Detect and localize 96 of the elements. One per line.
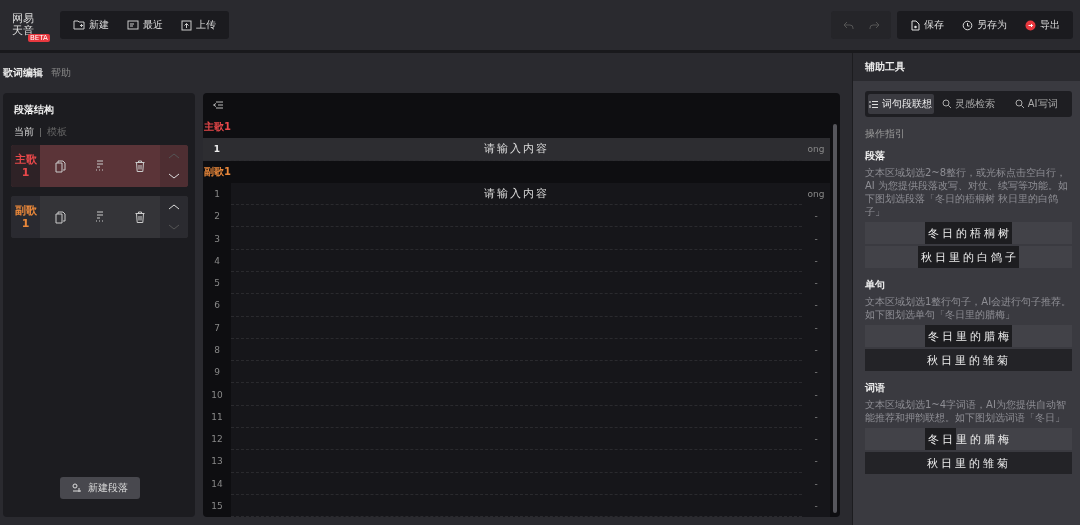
guide-title: 操作指引 bbox=[865, 127, 906, 141]
rhyme-label: - bbox=[814, 434, 818, 445]
section-heading: 主歌1 bbox=[203, 120, 232, 135]
panel-title: 段落结构 bbox=[14, 103, 55, 117]
toolbar-button[interactable]: 最近 bbox=[118, 11, 172, 39]
toolbar-button[interactable]: 导出 bbox=[1016, 11, 1069, 39]
assist-tab[interactable]: AI写词 bbox=[1003, 94, 1069, 114]
guide-description: 文本区域划选1整行句子，AI会进行句子推荐。如下图划选单句「冬日里的腊梅」 bbox=[865, 295, 1072, 321]
save-icon bbox=[910, 19, 920, 31]
lyric-line[interactable]: 3 - bbox=[203, 227, 830, 250]
rhyme-label: - bbox=[814, 300, 818, 311]
lyric-line[interactable]: 5 - bbox=[203, 271, 830, 295]
line-number: 14 bbox=[210, 477, 224, 491]
lyric-line[interactable]: 15 - bbox=[203, 494, 830, 518]
guide-description: 文本区域划选2~8整行，或光标点击空白行，AI 为您提供段落改写、对仗、续写等功能。如下图划选段落「冬日的梧桐树 秋日里的白鸽子」 bbox=[865, 166, 1069, 218]
line-number: 10 bbox=[210, 388, 224, 402]
rhyme-label: - bbox=[814, 456, 818, 467]
line-number: 5 bbox=[213, 277, 221, 291]
rhyme-label: - bbox=[814, 389, 818, 400]
trash-icon[interactable] bbox=[135, 211, 146, 223]
rhyme-label: ong bbox=[807, 189, 825, 199]
lyric-line[interactable]: 11 - bbox=[203, 405, 830, 428]
line-number: 1 bbox=[212, 143, 222, 157]
mode-tab[interactable]: 当前 bbox=[14, 125, 34, 139]
rhyme-label: - bbox=[814, 278, 818, 289]
page-tab[interactable]: 帮助 bbox=[51, 66, 71, 80]
assist-tab[interactable]: 灵感检索 bbox=[935, 94, 1002, 114]
lyric-line[interactable]: 1 请输入内容 ong bbox=[203, 182, 830, 206]
upload-icon bbox=[181, 19, 192, 31]
line-number: 13 bbox=[210, 455, 224, 469]
scrollbar[interactable] bbox=[833, 124, 837, 513]
section-label: 主歌 1 bbox=[11, 145, 40, 187]
undo-icon bbox=[842, 20, 854, 30]
rhyme-label: - bbox=[814, 211, 818, 222]
section-card[interactable]: 副歌 1 bbox=[11, 196, 188, 238]
section-heading: 副歌1 bbox=[203, 164, 232, 179]
export-icon bbox=[1025, 19, 1036, 31]
line-number: 12 bbox=[210, 433, 224, 447]
format-icon[interactable] bbox=[95, 160, 106, 172]
line-number: 4 bbox=[213, 254, 221, 268]
page-tab[interactable]: 歌词编辑 bbox=[3, 66, 43, 80]
add-section-button[interactable]: 新建段落 bbox=[59, 477, 140, 499]
lyric-line[interactable]: 13 - bbox=[203, 450, 830, 473]
search-icon bbox=[942, 99, 952, 109]
folder-plus-icon bbox=[73, 20, 85, 30]
copy-icon[interactable] bbox=[54, 159, 66, 173]
line-number: 2 bbox=[213, 210, 221, 224]
lyric-line[interactable]: 14 - bbox=[203, 472, 830, 495]
lyric-line[interactable]: 4 - bbox=[203, 249, 830, 272]
line-number: 6 bbox=[213, 299, 221, 313]
lyric-line[interactable]: 8 - bbox=[203, 338, 830, 362]
guide-heading: 词语 bbox=[865, 381, 886, 395]
rhyme-label: - bbox=[814, 367, 818, 378]
rhyme-label: ong bbox=[807, 144, 825, 155]
rhyme-label: - bbox=[814, 233, 818, 244]
toolbar-button[interactable]: 上传 bbox=[172, 11, 225, 39]
rhyme-label: - bbox=[814, 322, 818, 333]
add-icon bbox=[71, 483, 82, 493]
mode-tab[interactable]: 模板 bbox=[47, 125, 67, 139]
search-icon bbox=[1014, 99, 1025, 109]
lyric-line[interactable]: 12 - bbox=[203, 427, 830, 451]
line-number: 3 bbox=[213, 232, 221, 246]
section-label: 副歌 1 bbox=[11, 196, 40, 238]
format-icon[interactable] bbox=[95, 211, 106, 223]
redo-icon bbox=[868, 20, 880, 30]
rhyme-label: - bbox=[814, 344, 818, 355]
lyric-line[interactable]: 9 - bbox=[203, 361, 830, 384]
lyric-line[interactable]: 6 - bbox=[203, 294, 830, 317]
line-number: 1 bbox=[213, 188, 221, 201]
section-card[interactable]: 主歌 1 bbox=[11, 145, 188, 187]
list-icon bbox=[869, 99, 880, 109]
assist-tab[interactable]: 词句段联想 bbox=[868, 94, 934, 114]
lyric-input[interactable]: 请输入内容 bbox=[231, 182, 802, 206]
rhyme-label: - bbox=[814, 255, 818, 266]
trash-icon[interactable] bbox=[135, 160, 146, 172]
copy-icon[interactable] bbox=[54, 210, 66, 224]
guide-heading: 单句 bbox=[865, 278, 886, 292]
line-number: 8 bbox=[213, 343, 221, 357]
lyric-line[interactable]: 10 - bbox=[203, 383, 830, 406]
line-number: 15 bbox=[210, 499, 224, 513]
rhyme-label: - bbox=[814, 500, 818, 511]
panel-title: 辅助工具 bbox=[864, 60, 906, 74]
toolbar-button[interactable]: 保存 bbox=[901, 11, 953, 39]
lyric-line[interactable]: 7 - bbox=[203, 316, 830, 339]
line-number: 11 bbox=[210, 410, 224, 424]
rhyme-label: - bbox=[814, 411, 818, 422]
guide-description: 文本区域划选1~4字词语，AI为您提供自动智能推荐和押韵联想。如下图划选词语「冬日」 bbox=[865, 398, 1067, 424]
collapse-icon[interactable] bbox=[213, 100, 223, 109]
line-number: 7 bbox=[213, 321, 221, 335]
clock-icon bbox=[962, 19, 973, 31]
line-number: 9 bbox=[213, 366, 221, 380]
toolbar-button[interactable]: 新建 bbox=[64, 11, 118, 39]
toolbar-button[interactable]: 另存为 bbox=[953, 11, 1016, 39]
rhyme-label: - bbox=[814, 478, 818, 489]
lyric-line[interactable]: 2 - bbox=[203, 205, 830, 228]
guide-heading: 段落 bbox=[865, 149, 886, 163]
